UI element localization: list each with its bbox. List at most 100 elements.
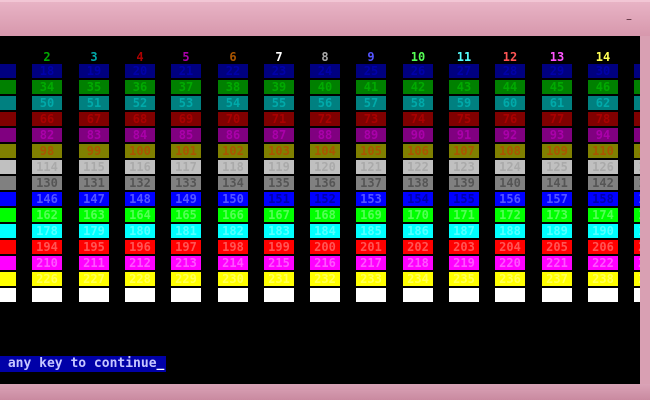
color-cell: 135 (264, 176, 294, 190)
color-cell: 158 (588, 192, 618, 206)
color-cell: 28 (495, 64, 525, 78)
color-cell: 132 (125, 176, 155, 190)
color-cell: 19 (79, 64, 109, 78)
color-cell: 222 (588, 256, 618, 270)
color-cell: 93 (542, 128, 572, 142)
color-cell: 141 (542, 176, 572, 190)
color-cell (0, 240, 16, 254)
color-cell: 52 (125, 96, 155, 110)
color-cell: 42 (403, 80, 433, 94)
color-cell: 82 (32, 128, 62, 142)
color-cell: 116 (125, 160, 155, 174)
color-cell: 121 (356, 160, 386, 174)
color-cell: 152 (310, 192, 340, 206)
color-cell: 126 (588, 160, 618, 174)
color-cell: 39 (264, 80, 294, 94)
color-cell: 155 (449, 192, 479, 206)
color-cell: 85 (171, 128, 201, 142)
color-cell (0, 272, 16, 286)
text-cursor: _ (156, 356, 165, 371)
color-cell (0, 208, 16, 222)
color-cell: 172 (495, 208, 525, 222)
color-cell: 165 (171, 208, 201, 222)
color-cell (0, 224, 16, 238)
console-area: 2 18 34 50 66 82 98 114 130 146 162 178 194 210 226 242… (0, 36, 640, 384)
color-cell: 55 (264, 96, 294, 110)
color-cell: 184 (310, 224, 340, 238)
color-cell: 243 (79, 288, 109, 302)
color-cell: 117 (171, 160, 201, 174)
color-cell: 124 (495, 160, 525, 174)
color-cell: 67 (79, 112, 109, 126)
color-cell: 179 (79, 224, 109, 238)
color-cell: 21 (171, 64, 201, 78)
color-cell: 108 (495, 144, 525, 158)
color-cell: 88 (310, 128, 340, 142)
color-cell: 146 (32, 192, 62, 206)
color-cell: 173 (542, 208, 572, 222)
color-cell: 22 (218, 64, 248, 78)
color-cell: 167 (264, 208, 294, 222)
color-cell (0, 192, 16, 206)
color-cell: 59 (449, 96, 479, 110)
color-cell: 134 (218, 176, 248, 190)
color-cell: 149 (171, 192, 201, 206)
window-titlebar: – (0, 0, 650, 38)
color-cell: 253 (542, 288, 572, 302)
color-cell (0, 176, 16, 190)
color-cell: 26 (403, 64, 433, 78)
minimize-icon[interactable]: – (626, 12, 632, 26)
color-cell: 205 (542, 240, 572, 254)
column-header: 6 (229, 50, 237, 64)
color-cell: 151 (264, 192, 294, 206)
color-cell: 58 (403, 96, 433, 110)
color-cell: 51 (79, 96, 109, 110)
color-cell: 50 (32, 96, 62, 110)
color-cell: 202 (403, 240, 433, 254)
color-cell: 73 (356, 112, 386, 126)
continue-prompt: any key to continue_ (0, 356, 167, 372)
color-cell: 78 (588, 112, 618, 126)
color-cell: 56 (310, 96, 340, 110)
column-header: 8 (321, 50, 329, 64)
color-cell: 60 (495, 96, 525, 110)
column-header: 9 (367, 50, 375, 64)
color-cell: 168 (310, 208, 340, 222)
color-cell: 45 (542, 80, 572, 94)
color-cell: 133 (171, 176, 201, 190)
color-cell: 18 (32, 64, 62, 78)
color-cell: 87 (264, 128, 294, 142)
color-cell: 250 (403, 288, 433, 302)
color-cell: 41 (356, 80, 386, 94)
color-cell: 211 (79, 256, 109, 270)
color-cell: 203 (449, 240, 479, 254)
color-cell: 182 (218, 224, 248, 238)
color-cell: 249 (356, 288, 386, 302)
color-cell: 147 (79, 192, 109, 206)
color-cell: 228 (125, 272, 155, 286)
color-cell: 218 (403, 256, 433, 270)
color-cell: 216 (310, 256, 340, 270)
color-cell: 99 (79, 144, 109, 158)
color-cell: 201 (356, 240, 386, 254)
color-cell: 83 (79, 128, 109, 142)
color-cell: 38 (218, 80, 248, 94)
color-cell: 170 (403, 208, 433, 222)
color-cell: 109 (542, 144, 572, 158)
color-cell (0, 80, 16, 94)
color-cell: 34 (32, 80, 62, 94)
color-cell: 150 (218, 192, 248, 206)
color-cell: 236 (495, 272, 525, 286)
column-header: 5 (182, 50, 190, 64)
color-cell: 140 (495, 176, 525, 190)
color-cell: 76 (495, 112, 525, 126)
color-cell: 178 (32, 224, 62, 238)
color-cell (0, 144, 16, 158)
column-header: 3 (90, 50, 98, 64)
color-cell: 171 (449, 208, 479, 222)
color-cell: 86 (218, 128, 248, 142)
color-cell: 98 (32, 144, 62, 158)
color-cell (0, 160, 16, 174)
color-cell: 164 (125, 208, 155, 222)
column-header: 14 (595, 50, 611, 64)
